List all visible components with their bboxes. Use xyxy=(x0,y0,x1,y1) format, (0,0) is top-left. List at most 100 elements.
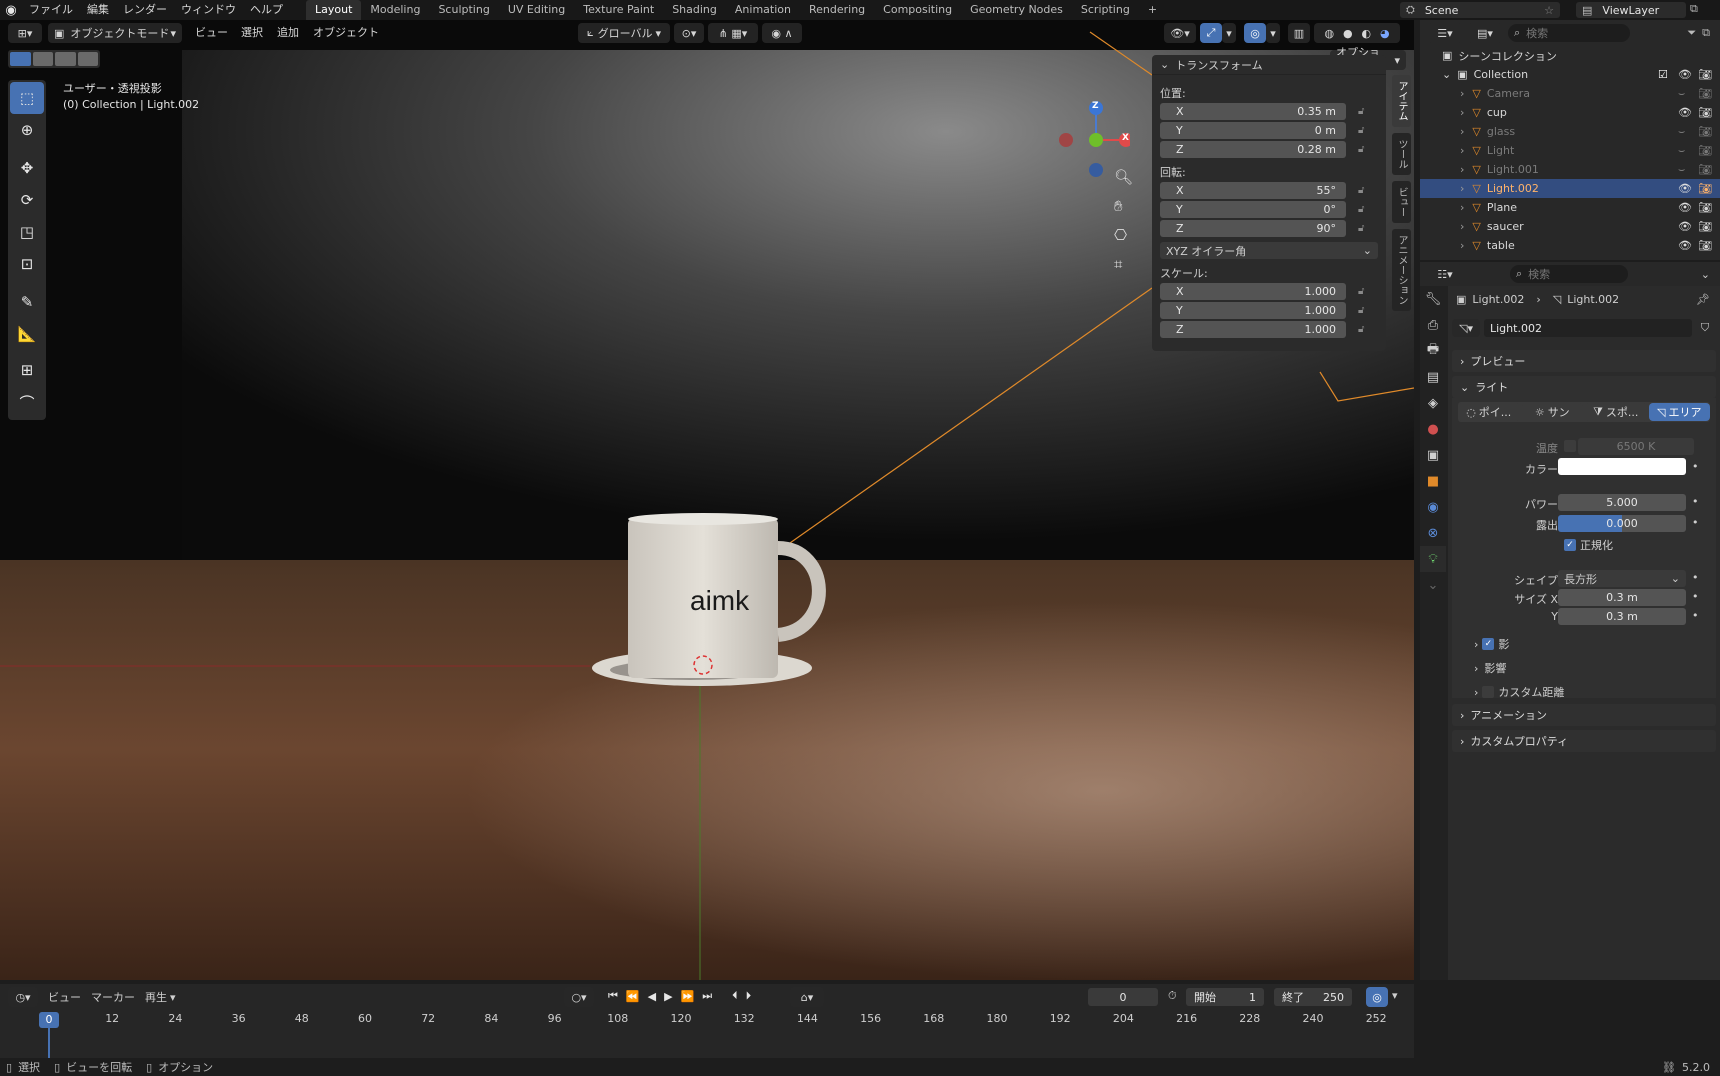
outliner-item[interactable]: › ▽ saucer 👁︎ 📷︎ xyxy=(1420,217,1720,236)
chevron-right-icon[interactable]: › xyxy=(1460,163,1464,176)
outliner-item[interactable]: › ▽ Light ⌣ 📷︎ xyxy=(1420,141,1720,160)
zoom-icon[interactable]: 🔍︎ xyxy=(1114,168,1133,186)
tab-geometry-nodes[interactable]: Geometry Nodes xyxy=(961,0,1072,20)
solid-icon[interactable]: ● xyxy=(1343,27,1353,40)
output-tab-icon[interactable]: 🖶︎ xyxy=(1420,338,1446,364)
scene-tab-icon[interactable]: ◈ xyxy=(1420,390,1446,416)
collection-tab-icon[interactable]: ▣ xyxy=(1420,442,1446,468)
location-field[interactable]: Y 0 m xyxy=(1160,122,1346,139)
tab-rendering[interactable]: Rendering xyxy=(800,0,874,20)
checkbox-icon[interactable] xyxy=(1482,686,1495,698)
camera-render-icon[interactable]: 📷︎ xyxy=(1698,68,1712,81)
new-viewlayer-icon[interactable]: ⧉ xyxy=(1690,2,1698,16)
camera-render-icon[interactable]: 📷︎ xyxy=(1698,87,1712,100)
material-icon[interactable]: ◐ xyxy=(1361,27,1371,40)
select-new-icon[interactable] xyxy=(10,52,31,66)
keyframe-dot-icon[interactable]: • xyxy=(1692,571,1699,584)
menu-file[interactable]: ファイル xyxy=(22,0,80,20)
normalize-row[interactable]: ✓ 正規化 xyxy=(1564,537,1613,553)
menu-window[interactable]: ウィンドウ xyxy=(174,0,243,20)
keyframe-dot-icon[interactable]: • xyxy=(1692,460,1699,473)
playhead[interactable]: 0 xyxy=(39,1012,59,1028)
location-field[interactable]: Z 0.28 m xyxy=(1160,141,1346,158)
transform-header[interactable]: ⌄ トランスフォーム xyxy=(1152,55,1386,75)
camera-render-icon[interactable]: 📷︎ xyxy=(1698,182,1712,195)
outliner-search[interactable]: ⌕ 検索 xyxy=(1508,24,1630,42)
keyframe-dot-icon[interactable]: • xyxy=(1692,495,1699,508)
gizmo-toggle-button[interactable]: ⤢ xyxy=(1200,23,1222,43)
camera-render-icon[interactable]: 📷︎ xyxy=(1698,201,1712,214)
light-type-selector[interactable]: ◌ ポイ... ☼ サン ⧩ スポ... ◹ エリア xyxy=(1458,402,1710,422)
scene-selector[interactable]: ⛭ Scene ☆ xyxy=(1400,2,1560,18)
tool-tab-icon[interactable]: 🔧︎ xyxy=(1420,286,1446,312)
temperature-checkbox[interactable] xyxy=(1564,440,1576,452)
outliner-item[interactable]: › ▽ Light.002 👁︎ 📷︎ xyxy=(1420,179,1720,198)
viewport-menu-add[interactable]: 追加 xyxy=(277,24,299,40)
viewport-menu-object[interactable]: オブジェクト xyxy=(313,24,379,40)
custom-props-panel-header[interactable]: › カスタムプロパティ xyxy=(1452,730,1716,752)
tab-shading[interactable]: Shading xyxy=(663,0,726,20)
eye-icon[interactable]: 👁︎ xyxy=(1678,239,1692,252)
color-swatch[interactable] xyxy=(1558,458,1686,475)
pin-icon[interactable]: 📌︎ xyxy=(1696,293,1710,306)
lock-icon[interactable]: 🔓︎ xyxy=(1358,305,1364,316)
texture-tab-icon[interactable]: ⌄ xyxy=(1420,572,1446,598)
outliner-item[interactable]: › ▽ Plane 👁︎ 📷︎ xyxy=(1420,198,1720,217)
tab-sculpting[interactable]: Sculpting xyxy=(429,0,498,20)
chevron-right-icon[interactable]: › xyxy=(1460,125,1464,138)
datablock-name-field[interactable]: Light.002 xyxy=(1484,319,1692,337)
camera-render-icon[interactable]: 📷︎ xyxy=(1698,144,1712,157)
light-type-area[interactable]: ◹ エリア xyxy=(1648,403,1710,421)
rotation-field[interactable]: Z 90° xyxy=(1160,220,1346,237)
add-cube-tool-icon[interactable]: ⊞ xyxy=(10,354,44,386)
lock-icon[interactable]: 🔓︎ xyxy=(1358,324,1364,335)
power-field[interactable]: 5.000 xyxy=(1558,494,1686,511)
add-workspace-button[interactable]: + xyxy=(1139,0,1166,20)
editor-type-button[interactable]: ⊞▾ xyxy=(8,23,42,43)
rotate-tool-icon[interactable]: ⟳ xyxy=(10,184,44,216)
tab-tool[interactable]: ツール xyxy=(1392,133,1411,175)
eye-icon[interactable]: 👁︎ xyxy=(1678,182,1692,195)
snap-button[interactable]: ⋔ ▦▾ xyxy=(708,23,758,43)
pin-icon[interactable]: ☆ xyxy=(1544,4,1554,17)
select-extend-icon[interactable] xyxy=(32,52,53,66)
size-y-field[interactable]: 0.3 m xyxy=(1558,608,1686,625)
eye-icon[interactable]: ⌣ xyxy=(1678,125,1685,139)
tab-texture-paint[interactable]: Texture Paint xyxy=(574,0,663,20)
scale-tool-icon[interactable]: ◳ xyxy=(10,216,44,248)
viewlayer-selector[interactable]: ▤ ViewLayer xyxy=(1576,2,1686,18)
camera-render-icon[interactable]: 📷︎ xyxy=(1698,125,1712,138)
visibility-button[interactable]: 👁▾ xyxy=(1164,23,1196,43)
lock-icon[interactable]: 🔓︎ xyxy=(1358,106,1364,117)
menu-render[interactable]: レンダー xyxy=(116,0,174,20)
camera-render-icon[interactable]: 📷︎ xyxy=(1698,163,1712,176)
cursor-tool-icon[interactable]: ⊕ xyxy=(10,114,44,146)
gizmo-menu-button[interactable]: ▾ xyxy=(1222,23,1236,43)
wireframe-icon[interactable]: ◍ xyxy=(1324,27,1334,40)
checkbox-checked-icon[interactable]: ✓ xyxy=(1482,638,1495,650)
chevron-right-icon[interactable]: › xyxy=(1460,87,1464,100)
eye-icon[interactable]: ⌣ xyxy=(1678,87,1685,101)
select-intersect-icon[interactable] xyxy=(77,52,98,66)
tab-layout[interactable]: Layout xyxy=(306,0,362,20)
world-tab-icon[interactable]: ● xyxy=(1420,416,1446,442)
eye-icon[interactable]: 👁︎ xyxy=(1678,106,1692,119)
select-mode-buttons[interactable] xyxy=(8,50,100,68)
rotation-field[interactable]: X 55° xyxy=(1160,182,1346,199)
tab-animation-side[interactable]: アニメーション xyxy=(1392,229,1411,311)
custom-distance-subpanel[interactable]: › カスタム距離 xyxy=(1474,684,1564,700)
tab-scripting[interactable]: Scripting xyxy=(1072,0,1139,20)
eye-icon[interactable]: ⌣ xyxy=(1678,163,1685,177)
fake-user-icon[interactable]: ⛉ xyxy=(1696,321,1714,335)
tab-animation[interactable]: Animation xyxy=(726,0,800,20)
scale-field[interactable]: Z 1.000 xyxy=(1160,321,1346,338)
overlay-toggle-button[interactable]: ◎ xyxy=(1244,23,1266,43)
collection-row[interactable]: ⌄ ▣ Collection ☑ 👁︎ 📷︎ xyxy=(1420,65,1720,84)
chevron-down-icon[interactable]: ⌄ xyxy=(1442,68,1451,81)
navigation-gizmo[interactable]: Z X xyxy=(1050,78,1133,178)
physics-tab-icon[interactable]: ◉ xyxy=(1420,494,1446,520)
chevron-right-icon[interactable]: › xyxy=(1460,182,1464,195)
eye-icon[interactable]: ⌣ xyxy=(1678,144,1685,158)
size-x-field[interactable]: 0.3 m xyxy=(1558,589,1686,606)
preview-panel-header[interactable]: › プレビュー xyxy=(1452,350,1716,372)
